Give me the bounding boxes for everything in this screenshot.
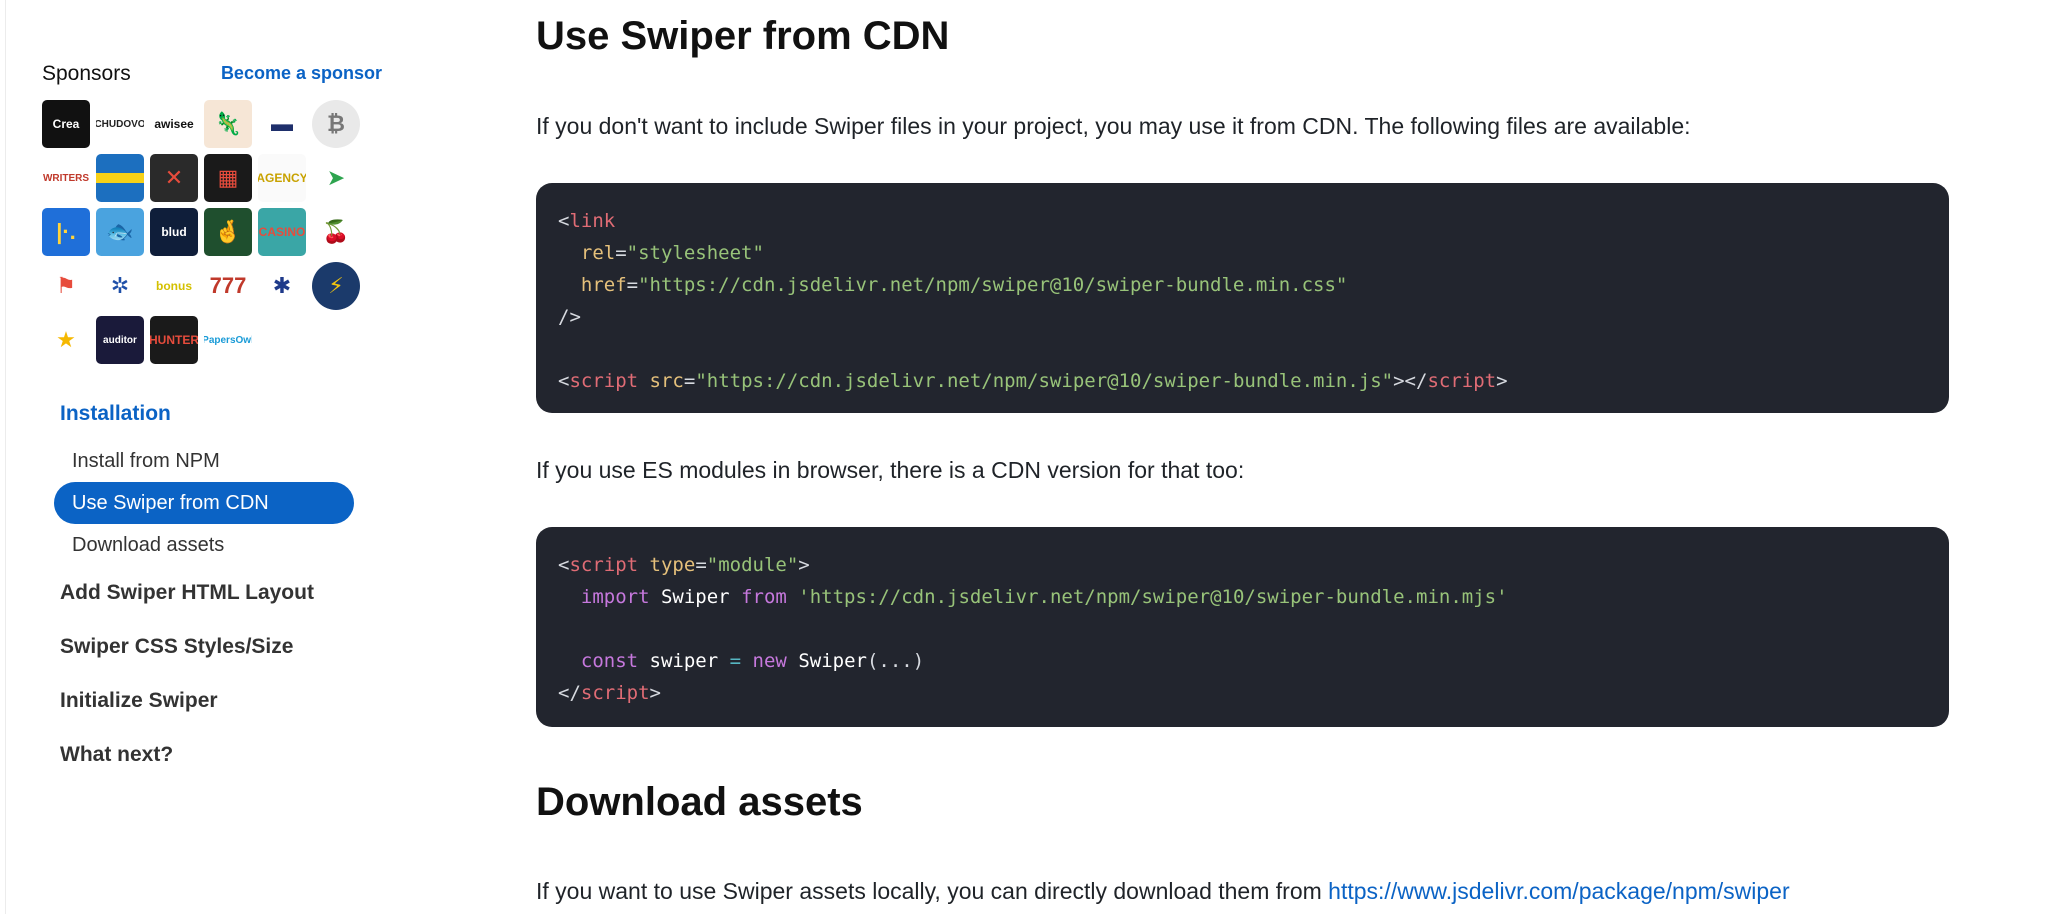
paragraph-cdn: If you don't want to include Swiper file… (536, 113, 1691, 139)
uk-flag-logo[interactable]: ✱ (258, 262, 306, 310)
nav-download-assets[interactable]: Download assets (54, 524, 354, 566)
code-line: <script src="https://cdn.jsdelivr.net/np… (558, 370, 1508, 392)
jsdelivr-package-link[interactable]: https://www.jsdelivr.com/package/npm/swi… (1328, 878, 1789, 904)
fish-logo[interactable]: 🐟 (96, 208, 144, 256)
cherry-logo[interactable]: 🍒 (312, 208, 360, 256)
lucky-hand-logo[interactable]: 🤞 (204, 208, 252, 256)
blue-square-logo[interactable]: blud (150, 208, 198, 256)
nav-add-layout[interactable]: Add Swiper HTML Layout (60, 581, 314, 605)
heading-use-cdn: Use Swiper from CDN (536, 14, 950, 58)
777-logo[interactable]: 777 (204, 262, 252, 310)
nav-css-styles[interactable]: Swiper CSS Styles/Size (60, 635, 293, 659)
sidebar: Sponsors Become a sponsor Crea CHUDOVO awi… (42, 62, 382, 766)
flag-logo[interactable]: ⚑ (42, 262, 90, 310)
paragraph-es-modules: If you use ES modules in browser, there … (536, 457, 1245, 483)
slot-machine-logo[interactable]: ▦ (204, 154, 252, 202)
lizard-logo[interactable]: 🦎 (204, 100, 252, 148)
code-line: <script type="module"> (558, 554, 810, 576)
code-line: import Swiper from 'https://cdn.jsdelivr… (580, 586, 1508, 608)
become-sponsor-link[interactable]: Become a sponsor (221, 63, 382, 84)
code-line: <link (558, 210, 616, 232)
heading-download-assets: Download assets (536, 780, 863, 824)
sweden-flag-logo[interactable] (96, 154, 144, 202)
media-agency-logo[interactable]: AGENCY (258, 154, 306, 202)
awisee-logo[interactable]: awisee (150, 100, 198, 148)
nav-install-npm[interactable]: Install from NPM (54, 440, 354, 482)
nav-whats-next[interactable]: What next? (60, 743, 173, 767)
sponsors-title: Sponsors (42, 62, 131, 85)
nav-use-cdn[interactable]: Use Swiper from CDN (54, 482, 354, 524)
code-line: </script> (558, 682, 661, 704)
lightning-logo[interactable]: ⚡ (312, 262, 360, 310)
wheel-logo[interactable]: ✲ (96, 262, 144, 310)
code-block-cdn[interactable]: <link rel="stylesheet" href="https://cdn… (536, 183, 1949, 413)
chudovo-logo[interactable]: CHUDOVO (96, 100, 144, 148)
star-logo[interactable]: ★ (42, 316, 90, 364)
papersowl-logo[interactable]: PapersOwl (204, 316, 252, 364)
hunter-logo[interactable]: HUNTER (150, 316, 198, 364)
casino-sign-logo[interactable]: CASINO (258, 208, 306, 256)
nav-installation[interactable]: Installation (60, 402, 171, 426)
dots-logo[interactable]: |·. (42, 208, 90, 256)
bonus-logo[interactable]: bonus (150, 262, 198, 310)
bitcoin-logo[interactable]: ₿ (312, 100, 360, 148)
code-block-es-module[interactable]: <script type="module"> import Swiper fro… (536, 527, 1949, 727)
creatoly-logo[interactable]: Crea (42, 100, 90, 148)
left-edge-divider (5, 0, 6, 914)
auditor-logo[interactable]: auditor (96, 316, 144, 364)
nav-initialize[interactable]: Initialize Swiper (60, 689, 218, 713)
code-line: rel="stylesheet" (580, 242, 764, 264)
code-line: href="https://cdn.jsdelivr.net/npm/swipe… (580, 274, 1348, 296)
arrow-logo[interactable]: ➤ (312, 154, 360, 202)
paragraph-download-text: If you want to use Swiper assets locally… (536, 878, 1329, 904)
cross-logo[interactable]: ✕ (150, 154, 198, 202)
writers-logo[interactable]: WRITERS (42, 154, 90, 202)
code-line: const swiper = new Swiper(...) (580, 650, 925, 672)
sponsors-header: Sponsors Become a sponsor (42, 62, 382, 92)
banner-logo[interactable]: ▬ (258, 100, 306, 148)
paragraph-download: If you want to use Swiper assets locally… (536, 878, 1790, 905)
code-line: /> (558, 306, 581, 328)
